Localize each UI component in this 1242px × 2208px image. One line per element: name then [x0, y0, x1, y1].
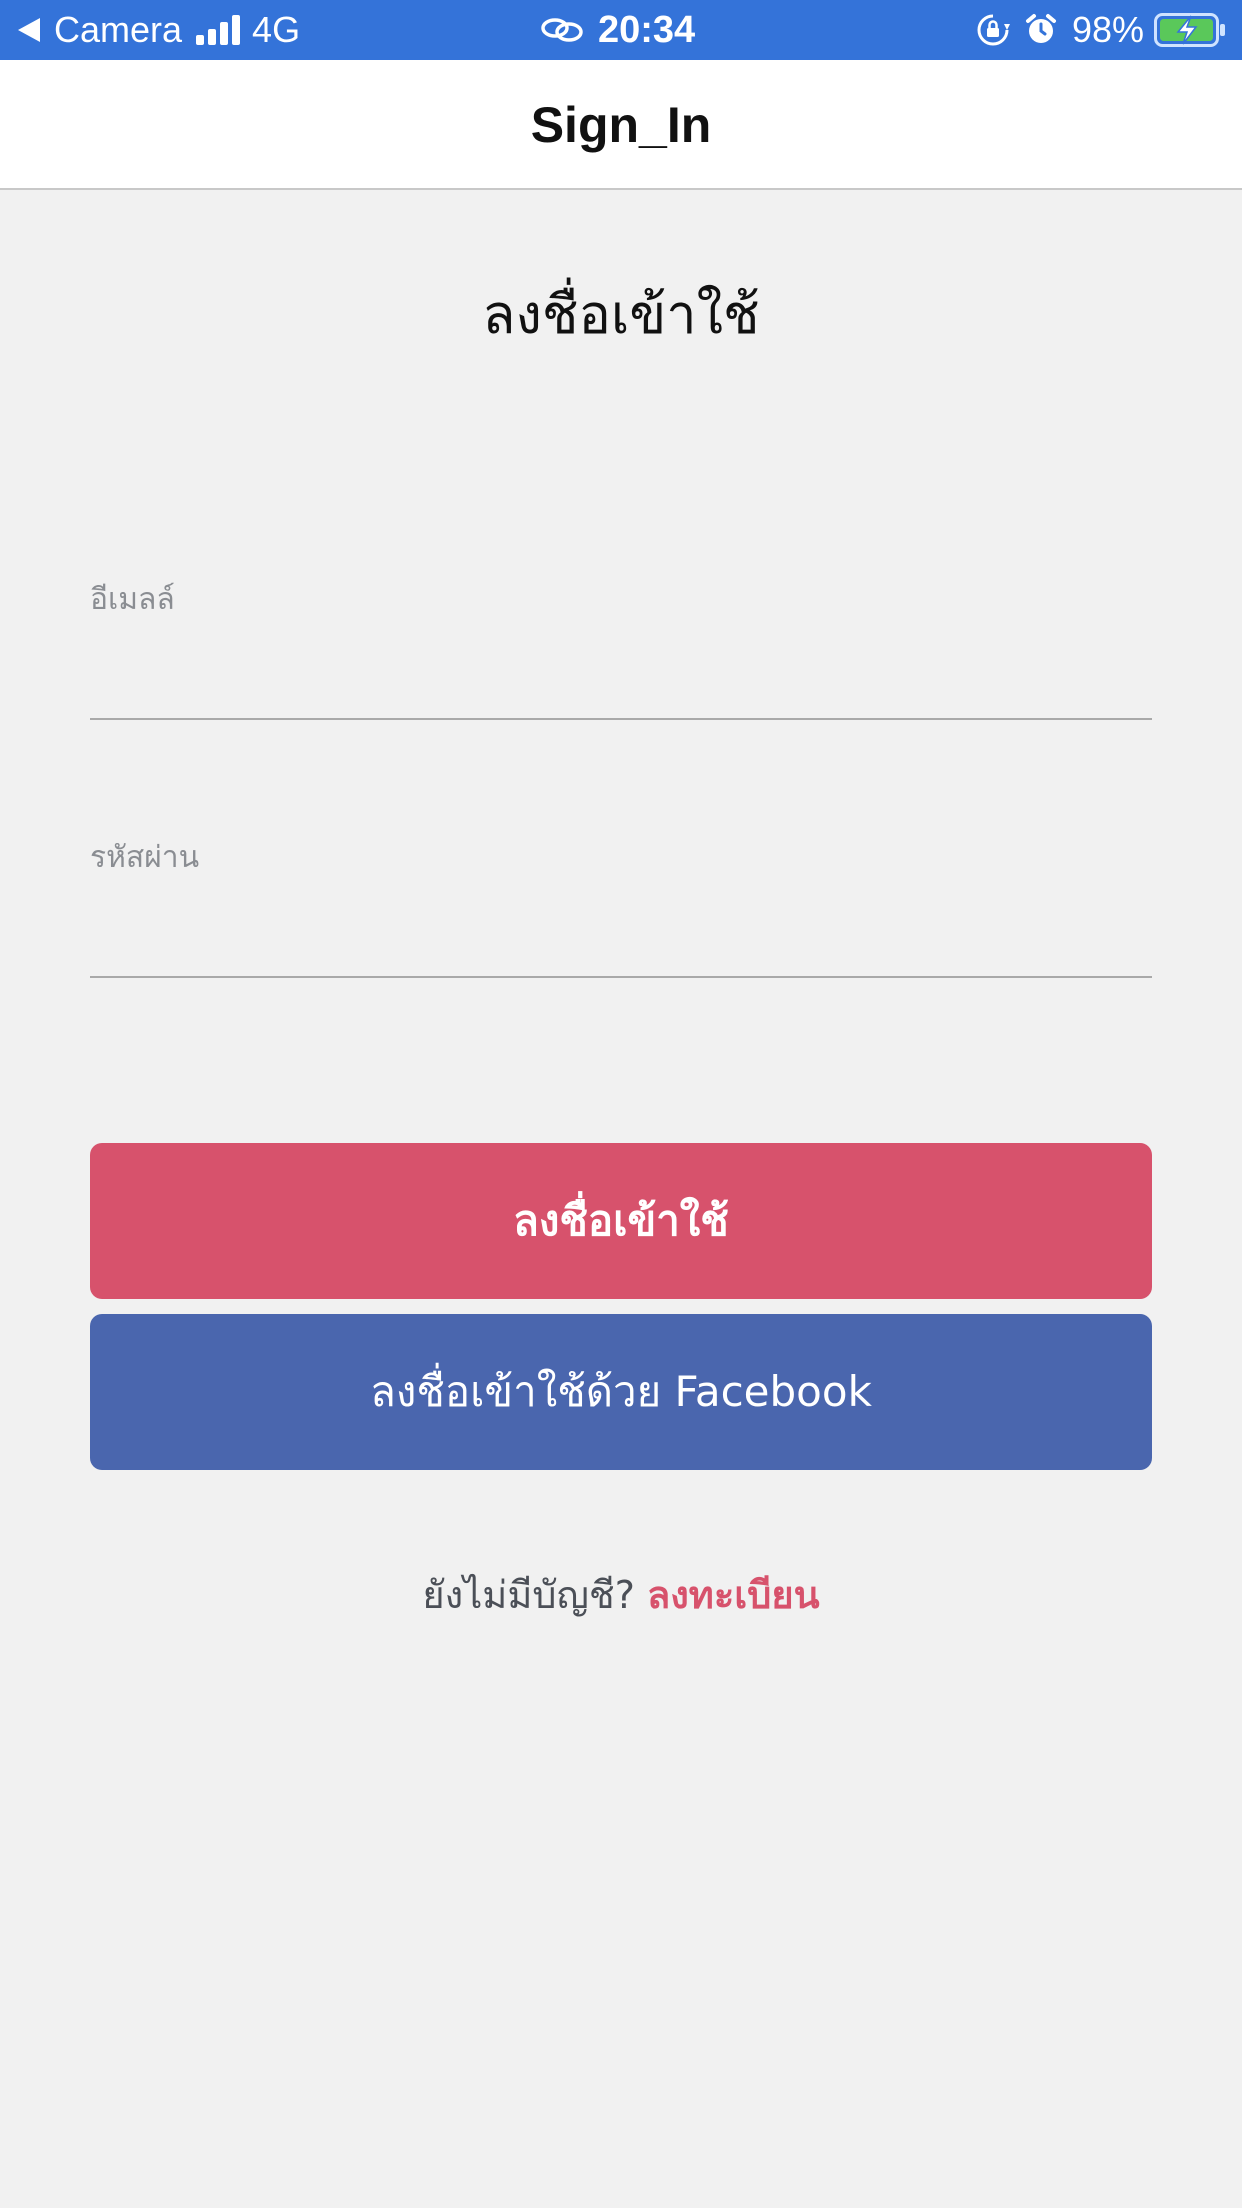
back-app-label[interactable]: Camera: [54, 0, 182, 60]
signup-row: ยังไม่มีบัญชี? ลงทะเบียน: [0, 1565, 1242, 1625]
battery-charging-icon: [1154, 13, 1225, 47]
rotation-lock-icon: [977, 14, 1010, 46]
alarm-clock-icon: [1025, 14, 1056, 43]
email-label: อีเมลล์: [90, 582, 175, 617]
email-field-group: อีเมลล์: [90, 580, 1152, 720]
password-field-group: รหัสผ่าน: [90, 838, 1152, 978]
status-bar-left: Camera 4G: [18, 0, 300, 60]
signup-link[interactable]: ลงทะเบียน: [647, 1573, 820, 1617]
sign-in-button[interactable]: ลงชื่อเข้าใช้: [90, 1143, 1152, 1299]
status-bar: Camera 4G 20:34 98%: [0, 0, 1242, 60]
facebook-sign-in-button[interactable]: ลงชื่อเข้าใช้ด้วย Facebook: [90, 1314, 1152, 1470]
password-label: รหัสผ่าน: [90, 840, 200, 875]
status-bar-center: 20:34: [540, 0, 695, 60]
link-icon: [541, 18, 583, 42]
battery-percentage: 98%: [1071, 9, 1144, 50]
back-arrow-icon[interactable]: [18, 18, 40, 42]
email-input[interactable]: [90, 620, 1152, 720]
navigation-bar: Sign_In: [0, 60, 1242, 190]
network-type: 4G: [252, 9, 301, 50]
page-heading: ลงชื่อเข้าใช้: [482, 283, 760, 346]
nav-title: Sign_In: [530, 97, 712, 153]
password-input[interactable]: [90, 878, 1152, 978]
signup-prompt: ยังไม่มีบัญชี?: [422, 1573, 635, 1617]
cellular-signal-icon: [196, 15, 241, 45]
clock-time: 20:34: [598, 9, 696, 51]
status-bar-right: 98%: [976, 0, 1226, 60]
